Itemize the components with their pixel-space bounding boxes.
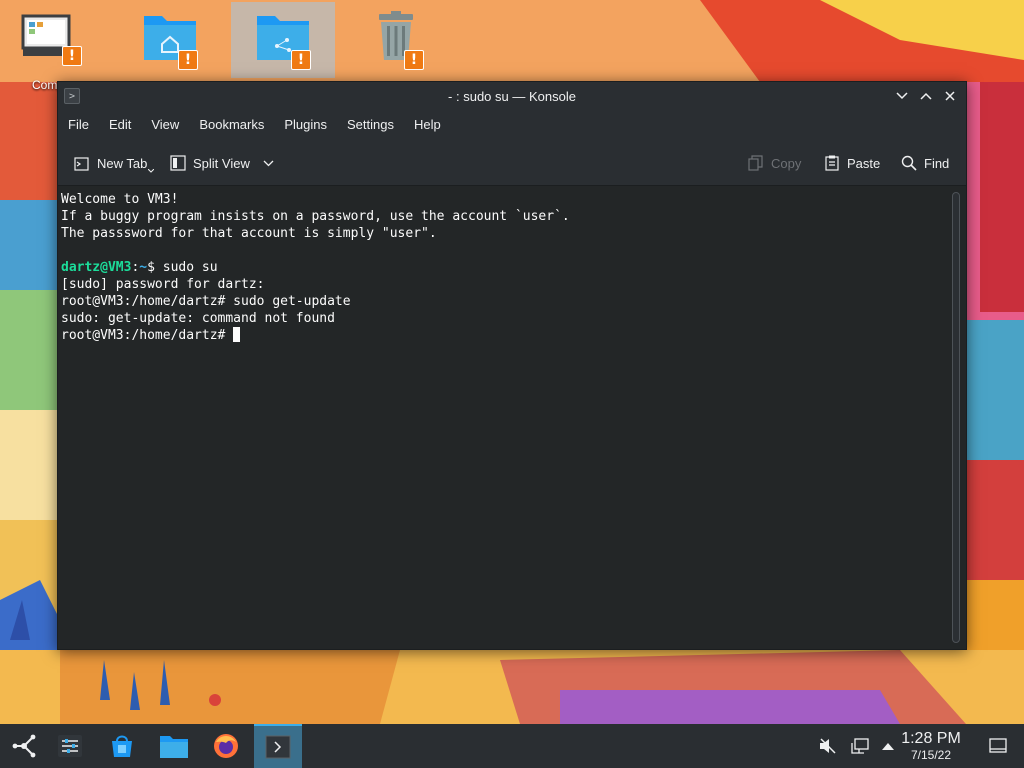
launcher-icon xyxy=(12,734,36,758)
prompt-end: $ xyxy=(147,260,163,275)
prompt-path: ~ xyxy=(139,260,148,275)
task-konsole[interactable] xyxy=(254,724,302,768)
tray-network[interactable] xyxy=(848,734,872,758)
application-launcher-button[interactable] xyxy=(0,724,48,768)
show-desktop-button[interactable] xyxy=(986,734,1010,758)
prompt-user: dartz@VM3 xyxy=(61,260,132,275)
clock-date: 7/15/22 xyxy=(910,748,952,762)
close-button[interactable] xyxy=(940,86,960,106)
menu-help[interactable]: Help xyxy=(406,112,449,138)
copy-button[interactable]: Copy xyxy=(742,147,807,179)
taskbar: 1:28 PM 7/15/22 xyxy=(0,724,1024,768)
terminal-line: root@VM3:/home/dartz# sudo get-update xyxy=(61,294,351,309)
tray-volume[interactable] xyxy=(816,734,840,758)
terminal-icon xyxy=(265,735,291,759)
firefox-icon xyxy=(214,734,238,758)
copy-icon xyxy=(748,155,763,171)
chevron-down-icon xyxy=(263,160,274,166)
terminal-line: sudo: get-update: command not found xyxy=(61,311,335,326)
minimize-button[interactable] xyxy=(892,86,912,106)
chevron-down-icon xyxy=(148,169,155,173)
volume-muted-icon xyxy=(820,738,836,754)
task-discover[interactable] xyxy=(98,724,146,768)
desktop-icon-home[interactable]: ! xyxy=(118,2,222,78)
new-tab-icon xyxy=(74,157,89,171)
terminal-line: Welcome to VM3! xyxy=(61,192,179,207)
settings-sliders-icon xyxy=(58,735,82,757)
task-firefox[interactable] xyxy=(202,724,250,768)
task-dolphin[interactable] xyxy=(150,724,198,768)
warning-badge-icon: ! xyxy=(178,50,198,70)
terminal-area[interactable]: Welcome to VM3! If a buggy program insis… xyxy=(58,186,966,649)
menu-edit[interactable]: Edit xyxy=(101,112,139,138)
desktop-icon-computer[interactable]: ! Comp xyxy=(6,2,86,92)
task-system-settings[interactable] xyxy=(46,724,94,768)
network-wired-icon xyxy=(851,738,869,754)
terminal-scrollbar[interactable] xyxy=(952,192,960,643)
find-button[interactable]: Find xyxy=(895,147,955,179)
warning-badge-icon: ! xyxy=(291,50,311,70)
konsole-app-icon[interactable]: > xyxy=(64,88,80,104)
konsole-window: > - : sudo su — Konsole File Edit View B… xyxy=(57,81,967,650)
folder-icon xyxy=(160,736,188,758)
split-view-icon xyxy=(170,155,186,171)
close-icon xyxy=(945,91,955,101)
paste-button[interactable]: Paste xyxy=(818,147,886,179)
find-label: Find xyxy=(924,155,950,171)
maximize-button[interactable] xyxy=(916,86,936,106)
desktop-icon-network[interactable]: ! xyxy=(231,2,335,78)
split-view-label: Split View xyxy=(193,155,250,171)
terminal-output: Welcome to VM3! If a buggy program insis… xyxy=(61,191,570,344)
menu-file[interactable]: File xyxy=(60,112,97,138)
new-tab-label: New Tab xyxy=(97,155,148,171)
terminal-line: [sudo] password for dartz: xyxy=(61,277,265,292)
menu-settings[interactable]: Settings xyxy=(339,112,402,138)
title-bar[interactable]: > - : sudo su — Konsole xyxy=(58,82,966,110)
clock-time: 1:28 PM xyxy=(901,730,961,747)
terminal-line: root@VM3:/home/dartz# xyxy=(61,328,234,343)
paste-icon xyxy=(825,155,839,171)
chevron-up-icon xyxy=(920,92,932,100)
text-cursor xyxy=(233,327,241,342)
show-desktop-icon xyxy=(989,738,1007,753)
search-icon xyxy=(901,155,917,171)
warning-badge-icon: ! xyxy=(404,50,424,70)
terminal-command: sudo su xyxy=(162,260,218,275)
paste-label: Paste xyxy=(847,155,881,171)
copy-label: Copy xyxy=(771,155,802,171)
chevron-down-icon xyxy=(896,92,908,100)
toolbar: New Tab Split View Copy Paste Find xyxy=(58,140,966,186)
terminal-line: The passsword for that account is simply… xyxy=(61,226,437,241)
menu-bookmarks[interactable]: Bookmarks xyxy=(191,112,272,138)
warning-badge-icon: ! xyxy=(62,46,82,66)
digital-clock[interactable]: 1:28 PM 7/15/22 xyxy=(896,729,966,762)
caret-up-icon xyxy=(882,743,894,750)
menu-view[interactable]: View xyxy=(143,112,187,138)
terminal-line: If a buggy program insists on a password… xyxy=(61,209,570,224)
new-tab-button[interactable]: New Tab xyxy=(68,147,160,179)
store-bag-icon xyxy=(112,735,132,757)
desktop-icon-trash[interactable]: ! xyxy=(344,2,448,78)
split-view-button[interactable]: Split View xyxy=(164,147,280,179)
menu-plugins[interactable]: Plugins xyxy=(276,112,335,138)
menu-bar: File Edit View Bookmarks Plugins Setting… xyxy=(58,110,966,140)
window-title: - : sudo su — Konsole xyxy=(448,88,576,104)
